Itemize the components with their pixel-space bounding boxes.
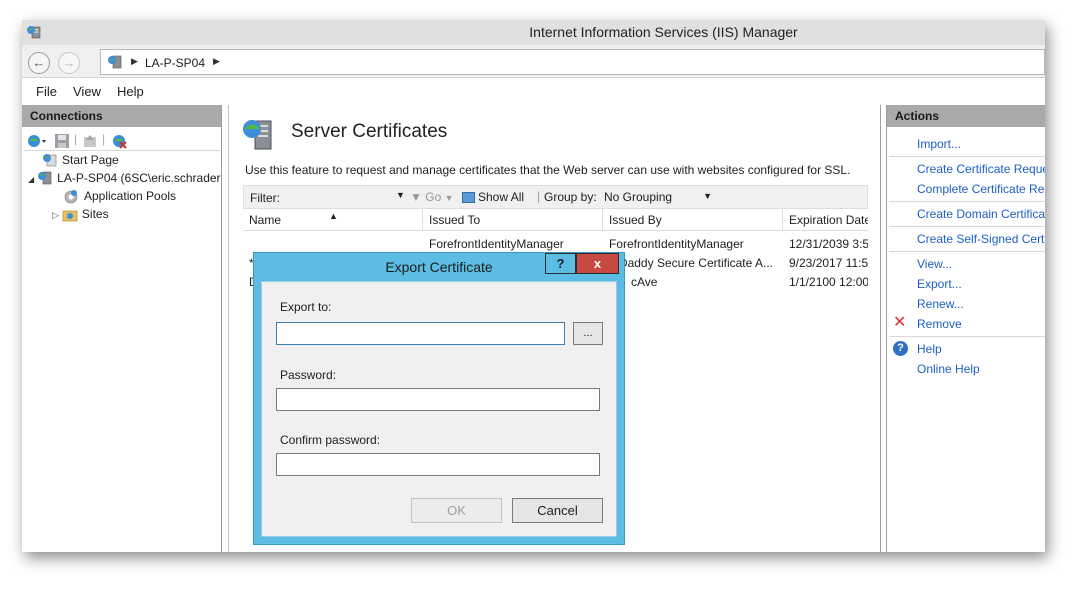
tree-start-page[interactable]: Start Page — [42, 153, 119, 168]
cell-issued-by: ForefrontIdentityManager — [609, 237, 744, 251]
application-pools-icon — [64, 190, 78, 204]
export-to-label: Export to: — [280, 300, 332, 314]
dialog-help-button[interactable]: ? — [545, 253, 576, 274]
confirm-password-input[interactable] — [276, 453, 600, 476]
filter-bar: Filter: ▼ ▼ Go ▼ Show All | Group by: No… — [243, 185, 868, 209]
tree-sites[interactable]: ▷ Sites — [52, 207, 109, 222]
address-box[interactable]: ▶ LA-P-SP04 ▶ — [100, 49, 1045, 75]
divider — [889, 226, 1045, 227]
forward-button[interactable]: → — [58, 52, 80, 74]
password-label: Password: — [280, 368, 337, 382]
collapsed-arrow-icon[interactable]: ▷ — [52, 210, 59, 220]
arrow-right-icon: → — [62, 55, 76, 70]
cell-expiration: 12/31/2039 3:5! — [789, 237, 868, 251]
question-icon: ? — [556, 256, 565, 271]
address-path[interactable]: LA-P-SP04 — [145, 56, 205, 70]
action-export[interactable]: Export... — [917, 277, 962, 291]
password-input[interactable] — [276, 388, 600, 411]
expanded-arrow-icon[interactable]: ◢ — [28, 175, 34, 184]
address-bar: ← → ▶ LA-P-SP04 ▶ — [22, 45, 1045, 78]
dialog-body: Export to: ... Password: Confirm passwor… — [261, 281, 617, 537]
cell-expiration: 1/1/2100 12:00: — [789, 275, 868, 289]
separator: | — [102, 132, 106, 146]
tree-application-pools[interactable]: Application Pools — [62, 189, 176, 204]
disconnect-globe-icon[interactable] — [110, 133, 128, 149]
funnel-icon: ▼ — [410, 190, 422, 204]
connections-toolbar: | | — [24, 131, 220, 151]
action-complete-certificate-request[interactable]: Complete Certificate Rec — [917, 182, 1045, 196]
divider — [889, 336, 1045, 337]
divider — [889, 156, 1045, 157]
remove-x-icon: ✕ — [893, 314, 907, 331]
column-header-issued-to[interactable]: Issued To — [423, 209, 603, 231]
filter-input[interactable] — [286, 188, 406, 206]
connections-header: Connections — [22, 105, 221, 127]
column-header-expiration-date[interactable]: Expiration Date — [783, 209, 868, 231]
menu-bar: File View Help — [22, 78, 1045, 104]
action-import[interactable]: Import... — [917, 137, 961, 151]
divider — [889, 201, 1045, 202]
back-button[interactable]: ← — [28, 52, 50, 74]
filter-dropdown-arrow-icon[interactable]: ▼ — [396, 190, 405, 200]
cell-issued-by: Daddy Secure Certificate A... — [618, 256, 773, 270]
show-all-icon — [462, 192, 475, 204]
actions-pane: Actions Import... Create Certificate Req… — [886, 105, 1045, 552]
separator: | — [537, 189, 541, 203]
action-create-domain-certificate[interactable]: Create Domain Certificat — [917, 207, 1045, 221]
confirm-password-label: Confirm password: — [280, 433, 381, 447]
action-create-certificate-request[interactable]: Create Certificate Reque — [917, 162, 1045, 176]
arrow-left-icon: ← — [32, 55, 46, 70]
browse-button[interactable]: ... — [573, 322, 603, 345]
server-icon — [108, 55, 122, 69]
menu-view[interactable]: View — [73, 84, 101, 99]
ok-button[interactable]: OK — [411, 498, 502, 523]
chevron-right-icon[interactable]: ▶ — [131, 56, 138, 67]
action-view[interactable]: View... — [917, 257, 952, 271]
action-help[interactable]: Help — [917, 342, 942, 356]
help-icon: ? — [893, 341, 908, 356]
page-title: Server Certificates — [291, 121, 448, 142]
window-title: Internet Information Services (IIS) Mana… — [529, 24, 798, 40]
group-by-select[interactable]: No Grouping ▼ — [600, 188, 716, 206]
go-button[interactable]: ▼ Go ▼ — [410, 190, 454, 204]
dialog-close-button[interactable]: x — [576, 253, 619, 274]
server-icon — [38, 172, 52, 185]
start-page-icon — [43, 154, 57, 167]
menu-file[interactable]: File — [36, 84, 57, 99]
action-create-self-signed-certificate[interactable]: Create Self-Signed Certifi — [917, 232, 1045, 246]
actions-header: Actions — [887, 105, 1045, 127]
chevron-down-icon: ▼ — [703, 191, 712, 201]
connections-pane: Connections | | Start Page ◢ LA-P-SP04 (6… — [22, 105, 222, 552]
title-bar: Internet Information Services (IIS) Mana… — [22, 20, 1045, 45]
group-by-label: Group by: — [544, 190, 597, 204]
up-level-icon[interactable] — [82, 133, 98, 149]
export-certificate-dialog: Export Certificate ? x Export to: ... Pa… — [253, 252, 625, 545]
sites-folder-icon — [62, 210, 78, 222]
action-renew[interactable]: Renew... — [917, 297, 964, 311]
action-remove[interactable]: Remove — [917, 317, 962, 331]
action-online-help[interactable]: Online Help — [917, 362, 980, 376]
save-icon[interactable] — [54, 133, 70, 149]
cell-expiration: 9/23/2017 11:5 — [789, 256, 868, 270]
cancel-button[interactable]: Cancel — [512, 498, 603, 523]
filter-label: Filter: — [250, 191, 280, 205]
server-certificates-icon — [243, 120, 272, 150]
cell-issued-by: cAve — [631, 275, 658, 289]
dialog-title: Export Certificate — [385, 259, 493, 275]
sort-ascending-icon: ▲ — [329, 211, 338, 221]
column-header-name[interactable]: Name ▲ — [243, 209, 423, 231]
export-to-input[interactable] — [276, 322, 565, 345]
close-icon: x — [593, 256, 602, 271]
feature-description: Use this feature to request and manage c… — [245, 163, 851, 177]
separator: | — [74, 132, 78, 146]
menu-help[interactable]: Help — [117, 84, 144, 99]
show-all-button[interactable]: Show All — [462, 190, 524, 204]
connect-globe-icon[interactable] — [26, 133, 48, 149]
chevron-right-icon[interactable]: ▶ — [213, 56, 220, 67]
tree-server-node[interactable]: ◢ LA-P-SP04 (6SC\eric.schrader — [28, 171, 221, 186]
divider — [889, 251, 1045, 252]
cell-issued-to: ForefrontIdentityManager — [429, 237, 564, 251]
column-header-issued-by[interactable]: Issued By — [603, 209, 783, 231]
